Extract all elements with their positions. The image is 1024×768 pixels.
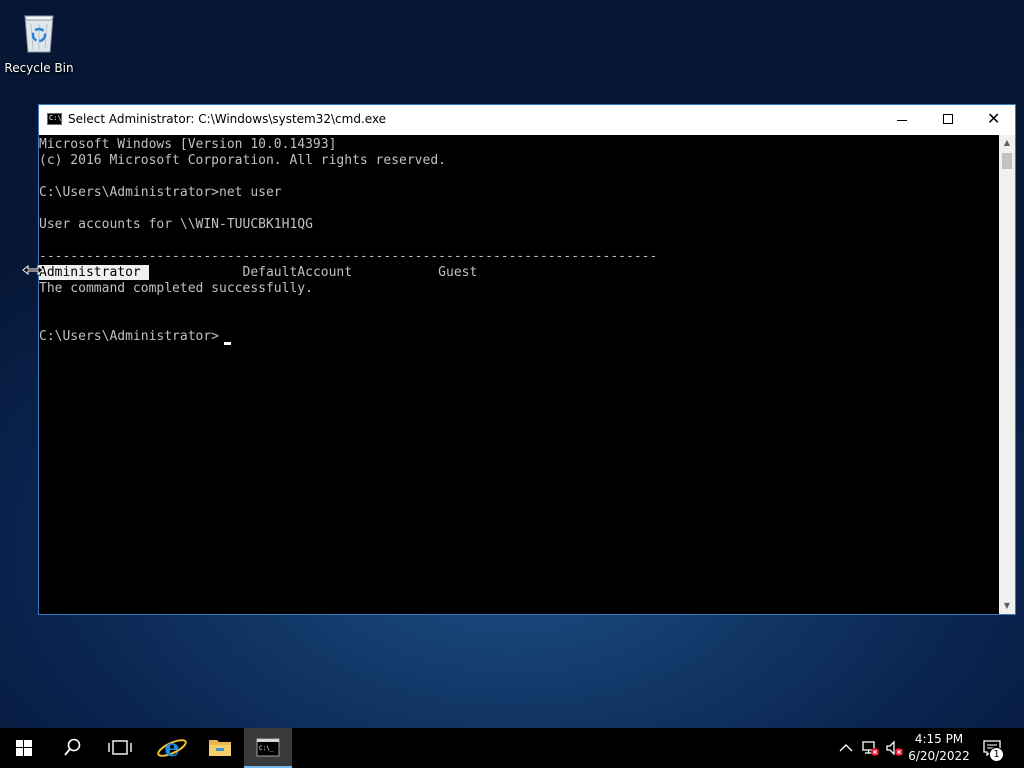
console-line: C:\Users\Administrator>net user: [39, 185, 282, 200]
search-icon: [64, 738, 81, 756]
window-titlebar[interactable]: C:\ Select Administrator: C:\Windows\sys…: [39, 105, 1015, 135]
network-error-icon: [862, 741, 879, 756]
folder-icon: [209, 740, 231, 756]
selected-text[interactable]: Administrator: [39, 265, 149, 280]
svg-text:C:\_: C:\_: [259, 745, 274, 752]
account-guest: Guest: [438, 265, 478, 280]
network-status-button[interactable]: [860, 738, 880, 758]
start-button[interactable]: [0, 728, 48, 768]
scroll-up-arrow-icon[interactable]: ▲: [999, 135, 1015, 151]
taskbar-file-explorer[interactable]: [196, 728, 244, 768]
console-line: The command completed successfully.: [39, 281, 313, 296]
column-gap: [352, 265, 438, 280]
account-list-line: Administrator DefaultAccount Guest: [39, 265, 477, 281]
internet-explorer-icon: e: [157, 733, 187, 762]
recycle-bin-icon: [21, 10, 57, 54]
scrollbar-thumb[interactable]: [1002, 153, 1012, 169]
volume-button[interactable]: [884, 738, 904, 758]
recycle-bin-label: Recycle Bin: [4, 61, 74, 75]
resize-cursor-icon: [22, 260, 44, 276]
clock-time: 4:15 PM: [914, 732, 964, 746]
task-view-button[interactable]: [96, 728, 144, 768]
cmd-icon: C:\_: [256, 738, 280, 757]
notification-count-badge: 1: [989, 747, 1004, 762]
chevron-up-icon: [839, 744, 853, 752]
task-view-icon: [108, 740, 132, 755]
console-separator: ----------------------------------------…: [39, 249, 658, 264]
window-title: Select Administrator: C:\Windows\system3…: [68, 112, 387, 126]
cmd-icon[interactable]: C:\: [47, 113, 62, 125]
clock-date: 6/20/2022: [908, 749, 970, 763]
svg-text:e: e: [164, 733, 179, 762]
scroll-down-arrow-icon[interactable]: ▼: [999, 598, 1015, 614]
account-administrator: Administrator: [39, 265, 141, 280]
account-defaultaccount: DefaultAccount: [242, 265, 353, 280]
selection-padding: [141, 265, 149, 280]
taskbar-internet-explorer[interactable]: e: [148, 728, 196, 768]
windows-logo-icon: [16, 740, 32, 756]
command-prompt-line: C:\Users\Administrator>: [39, 329, 220, 344]
column-gap: [149, 265, 243, 280]
vertical-scrollbar[interactable]: ▲ ▼: [999, 135, 1015, 614]
close-icon: ✕: [987, 109, 1001, 128]
cmd-window[interactable]: C:\ Select Administrator: C:\Windows\sys…: [38, 104, 1016, 615]
console-line: (c) 2016 Microsoft Corporation. All righ…: [39, 153, 446, 168]
console-output[interactable]: Microsoft Windows [Version 10.0.14393] (…: [39, 135, 999, 614]
console-line: Microsoft Windows [Version 10.0.14393]: [39, 137, 337, 152]
console-line: User accounts for \\WIN-TUUCBK1H1QG: [39, 217, 313, 232]
close-button[interactable]: ✕: [971, 105, 1017, 135]
minimize-button[interactable]: [879, 105, 925, 135]
minimize-icon: [897, 120, 907, 121]
text-cursor: [224, 342, 231, 345]
desktop-icon-recycle-bin[interactable]: Recycle Bin: [4, 6, 74, 78]
taskbar-clock[interactable]: 4:15 PM 6/20/2022: [904, 731, 974, 765]
maximize-icon: [943, 114, 953, 124]
maximize-button[interactable]: [925, 105, 971, 135]
taskbar: e C:\_ 4:15 PM 6/20/2022 1: [0, 728, 1024, 768]
taskbar-command-prompt[interactable]: C:\_: [244, 728, 292, 768]
volume-muted-icon: [886, 740, 903, 756]
show-hidden-icons-button[interactable]: [836, 738, 856, 758]
search-button[interactable]: [48, 728, 96, 768]
